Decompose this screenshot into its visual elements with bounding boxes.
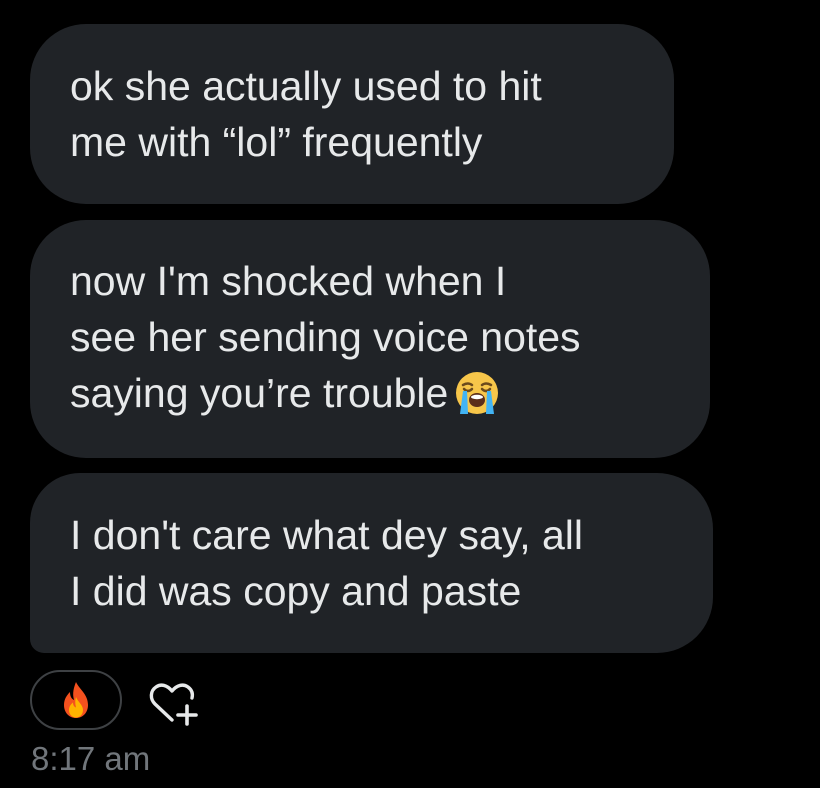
loudly-crying-face-icon bbox=[456, 372, 499, 414]
fire-icon bbox=[64, 682, 88, 718]
message-text-line: I did was copy and paste bbox=[70, 568, 522, 614]
message-bubble[interactable]: ok she actually used to hit me with “lol… bbox=[30, 24, 674, 204]
heart-plus-icon[interactable] bbox=[147, 680, 203, 726]
reaction-pill[interactable] bbox=[30, 670, 122, 730]
message-text-line: saying you’re trouble bbox=[70, 370, 449, 416]
message-text-line: me with “lol” frequently bbox=[70, 119, 483, 165]
message-text-line: now I'm shocked when I bbox=[70, 258, 507, 304]
message-bubble[interactable]: now I'm shocked when I see her sending v… bbox=[30, 220, 710, 458]
message-text-line: ok she actually used to hit bbox=[70, 63, 542, 109]
dm-thread: ok she actually used to hit me with “lol… bbox=[0, 0, 820, 788]
message-text-line-with-emoji: saying you’re trouble bbox=[70, 365, 670, 421]
message-bubble[interactable]: I don't care what dey say, all I did was… bbox=[30, 473, 713, 653]
message-text-line: see her sending voice notes bbox=[70, 314, 581, 360]
message-timestamp: 8:17 am bbox=[31, 740, 151, 777]
message-text-line: I don't care what dey say, all bbox=[70, 512, 584, 558]
